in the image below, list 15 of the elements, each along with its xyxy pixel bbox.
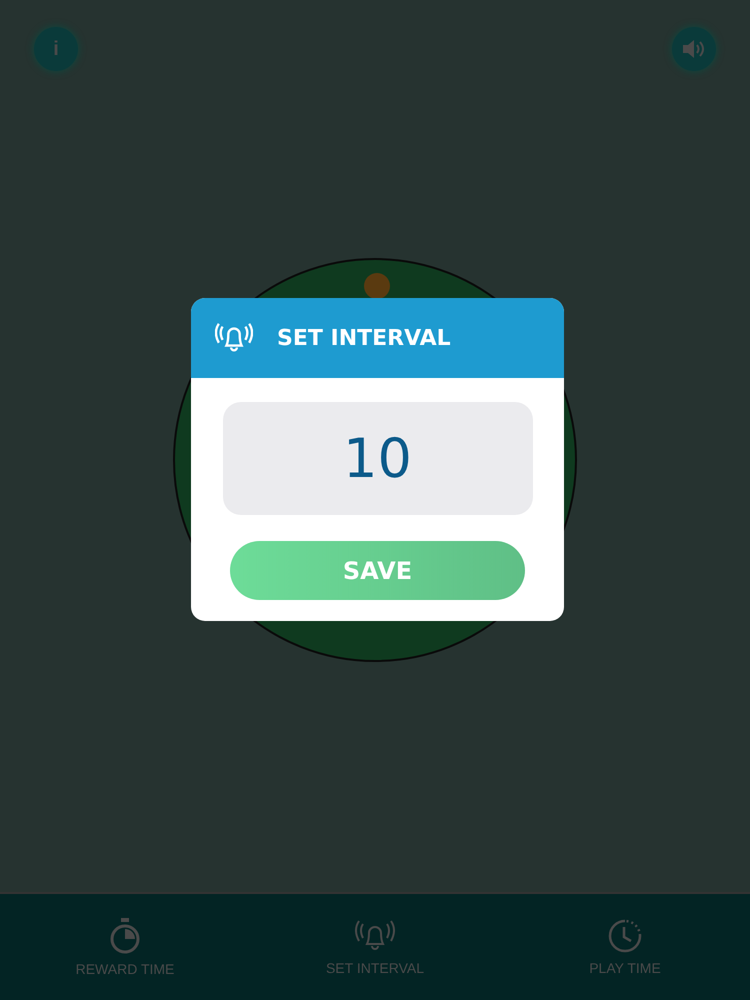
nav-label: PLAY TIME [589, 960, 661, 976]
clock-icon [607, 918, 643, 954]
info-button[interactable]: i [34, 27, 78, 71]
save-button[interactable]: SAVE [230, 541, 525, 600]
stopwatch-icon [108, 917, 142, 955]
nav-label: REWARD TIME [76, 961, 174, 977]
speaker-icon [681, 38, 707, 60]
interval-field[interactable]: 10 [222, 402, 532, 515]
dialog-title: SET INTERVAL [277, 326, 451, 350]
nav-tab[interactable]: PLAY TIME [500, 894, 750, 1000]
sound-button[interactable] [672, 27, 716, 71]
timer-knob [364, 273, 390, 299]
nav-tab[interactable]: SET INTERVAL [250, 894, 500, 1000]
nav-label: SET INTERVAL [326, 960, 424, 976]
nav-tab[interactable]: REWARD TIME [0, 894, 250, 1000]
